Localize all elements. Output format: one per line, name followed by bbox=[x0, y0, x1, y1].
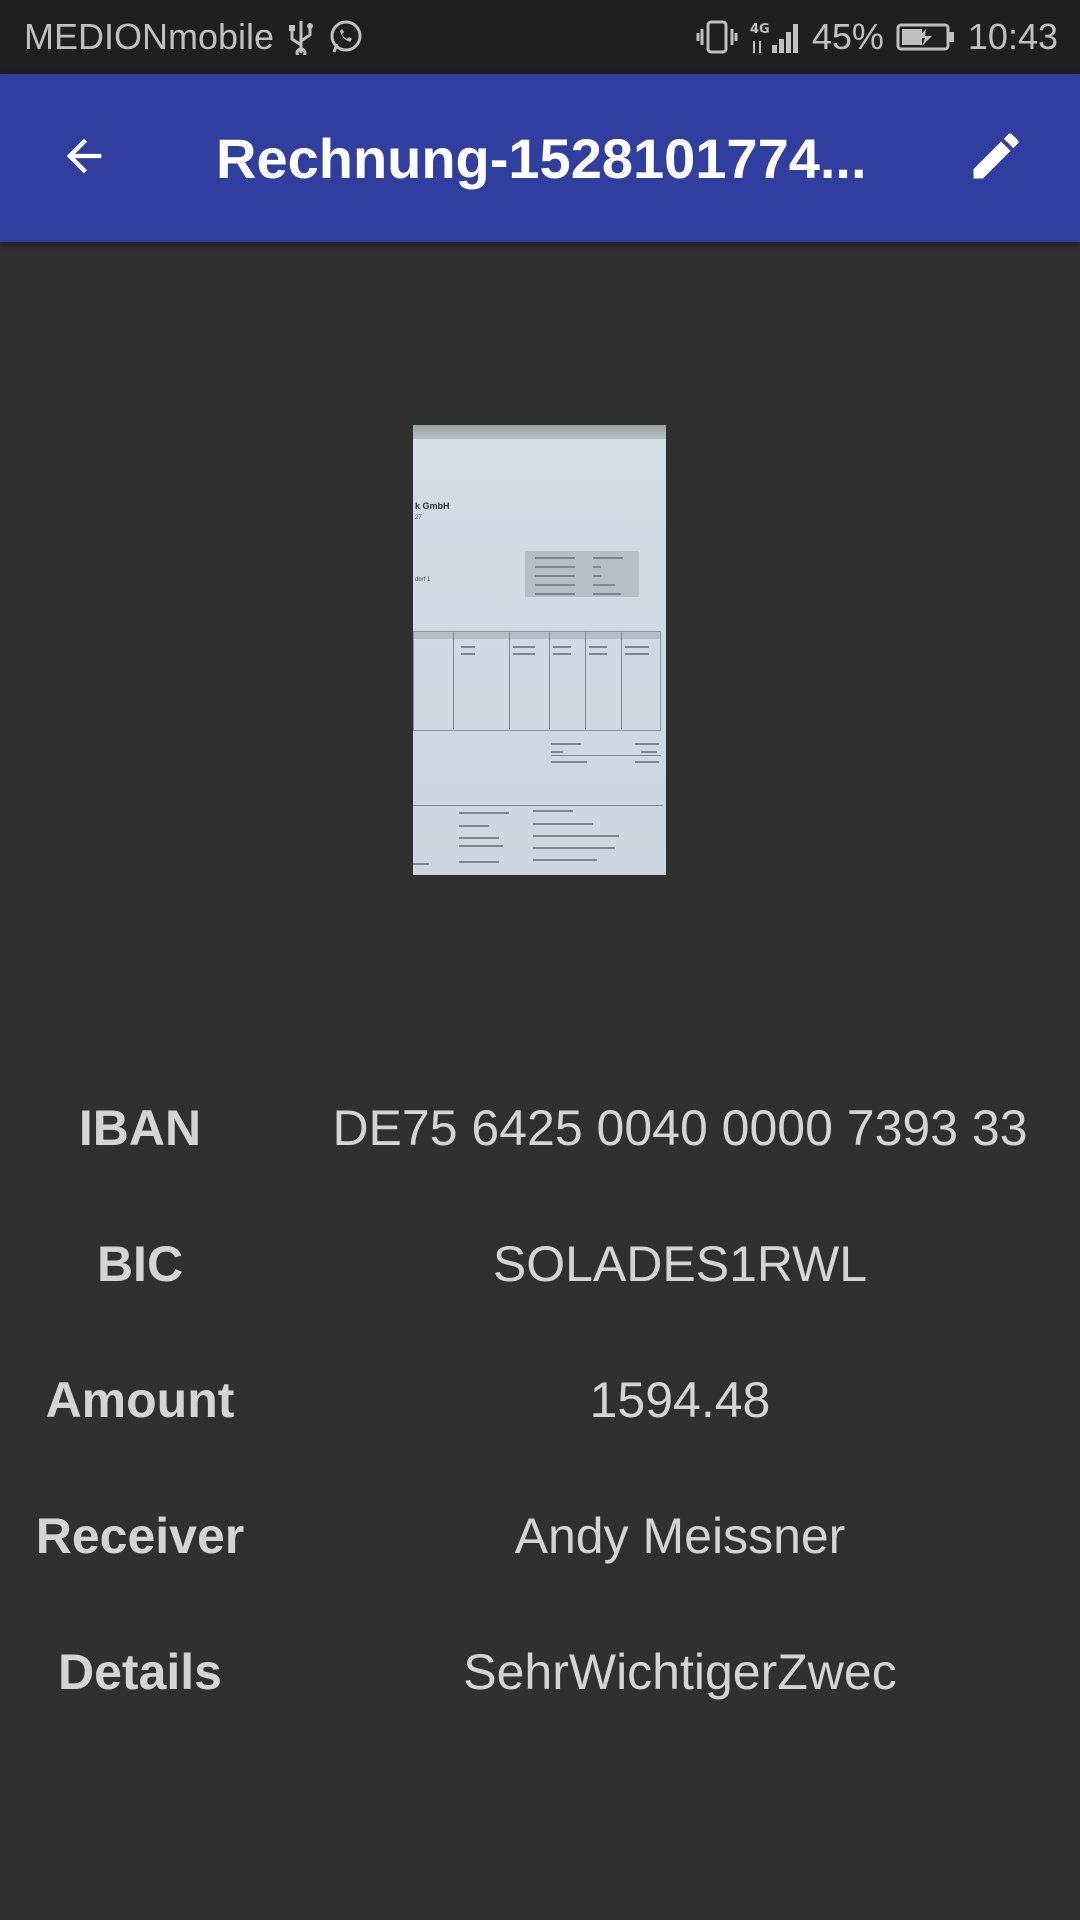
doc-line bbox=[459, 825, 489, 827]
bic-label: BIC bbox=[96, 1236, 184, 1292]
doc-line bbox=[593, 575, 601, 577]
battery-charging-icon bbox=[896, 20, 956, 54]
company-name: k GmbH bbox=[415, 501, 450, 511]
doc-line bbox=[593, 566, 601, 568]
doc-line bbox=[535, 575, 575, 577]
doc-line bbox=[513, 653, 535, 655]
doc-line bbox=[551, 761, 587, 763]
doc-line bbox=[589, 646, 607, 648]
table-divider bbox=[585, 631, 586, 729]
doc-text: dorf 1 bbox=[415, 577, 431, 583]
doc-line bbox=[461, 653, 475, 655]
app-bar: Rechnung-1528101774... bbox=[0, 74, 1080, 242]
doc-line bbox=[593, 584, 615, 586]
table-divider bbox=[549, 631, 550, 729]
receiver-label: Receiver bbox=[35, 1508, 245, 1564]
clock: 10:43 bbox=[967, 16, 1058, 57]
amount-value[interactable]: 1594.48 bbox=[280, 1371, 1080, 1429]
page-title: Rechnung-1528101774... bbox=[216, 126, 867, 190]
doc-line bbox=[459, 861, 499, 863]
doc-line bbox=[553, 653, 571, 655]
doc-line bbox=[413, 863, 429, 865]
arrow-back-icon bbox=[58, 130, 110, 187]
doc-line bbox=[553, 646, 571, 648]
doc-line bbox=[533, 859, 597, 861]
doc-line bbox=[641, 751, 657, 753]
receiver-value[interactable]: Andy Meissner bbox=[280, 1507, 1080, 1565]
field-row-receiver: Receiver Andy Meissner bbox=[0, 1468, 1080, 1604]
edit-button[interactable] bbox=[912, 74, 1080, 242]
doc-line bbox=[533, 810, 573, 812]
doc-line bbox=[635, 761, 659, 763]
invoice-preview-image[interactable]: k GmbH 27 dorf 1 bbox=[413, 425, 666, 875]
status-bar: MEDIONmobile 4G 45% 10:43 bbox=[0, 0, 1080, 74]
table-divider bbox=[453, 631, 454, 729]
table-divider bbox=[621, 631, 622, 729]
footer-divider bbox=[413, 805, 663, 806]
vibrate-icon bbox=[696, 19, 738, 55]
battery-percent: 45% bbox=[811, 16, 884, 57]
doc-line bbox=[461, 646, 475, 648]
doc-line bbox=[533, 847, 615, 849]
details-label: Details bbox=[58, 1644, 222, 1700]
doc-line bbox=[551, 743, 581, 745]
items-table bbox=[413, 631, 661, 731]
table-divider bbox=[509, 631, 510, 729]
doc-line bbox=[589, 653, 607, 655]
doc-line bbox=[593, 593, 621, 595]
whatsapp-icon bbox=[328, 19, 364, 55]
iban-value[interactable]: DE75 6425 0040 0000 7393 33 bbox=[280, 1099, 1080, 1157]
usb-icon bbox=[288, 19, 314, 55]
doc-line bbox=[533, 835, 619, 837]
doc-line bbox=[593, 557, 623, 559]
signal-icon: 4G bbox=[750, 19, 800, 55]
doc-line bbox=[551, 751, 563, 753]
doc-line bbox=[625, 646, 649, 648]
doc-line bbox=[533, 823, 593, 825]
doc-line bbox=[535, 566, 575, 568]
field-row-amount: Amount 1594.48 bbox=[0, 1332, 1080, 1468]
doc-line bbox=[459, 837, 499, 839]
pencil-icon bbox=[966, 126, 1026, 191]
invoice-document: k GmbH 27 dorf 1 bbox=[413, 439, 666, 875]
details-value[interactable]: SehrWichtigerZwec bbox=[280, 1643, 1080, 1701]
doc-line bbox=[459, 845, 503, 847]
back-button[interactable] bbox=[0, 74, 168, 242]
carrier-name: MEDIONmobile bbox=[24, 16, 275, 57]
doc-line bbox=[535, 584, 575, 586]
amount-label: Amount bbox=[45, 1372, 235, 1428]
doc-line bbox=[535, 557, 575, 559]
bic-value[interactable]: SOLADES1RWL bbox=[280, 1235, 1080, 1293]
field-row-bic: BIC SOLADES1RWL bbox=[0, 1196, 1080, 1332]
doc-text: 27 bbox=[415, 515, 422, 521]
svg-text:4G: 4G bbox=[750, 22, 770, 37]
doc-line bbox=[625, 653, 649, 655]
doc-line bbox=[535, 593, 575, 595]
doc-line bbox=[513, 646, 535, 648]
doc-line bbox=[551, 755, 661, 756]
doc-line bbox=[459, 812, 509, 814]
doc-line bbox=[635, 743, 659, 745]
iban-label: IBAN bbox=[78, 1100, 202, 1156]
field-row-iban: IBAN DE75 6425 0040 0000 7393 33 bbox=[0, 1060, 1080, 1196]
field-row-details: Details SehrWichtigerZwec bbox=[0, 1604, 1080, 1740]
